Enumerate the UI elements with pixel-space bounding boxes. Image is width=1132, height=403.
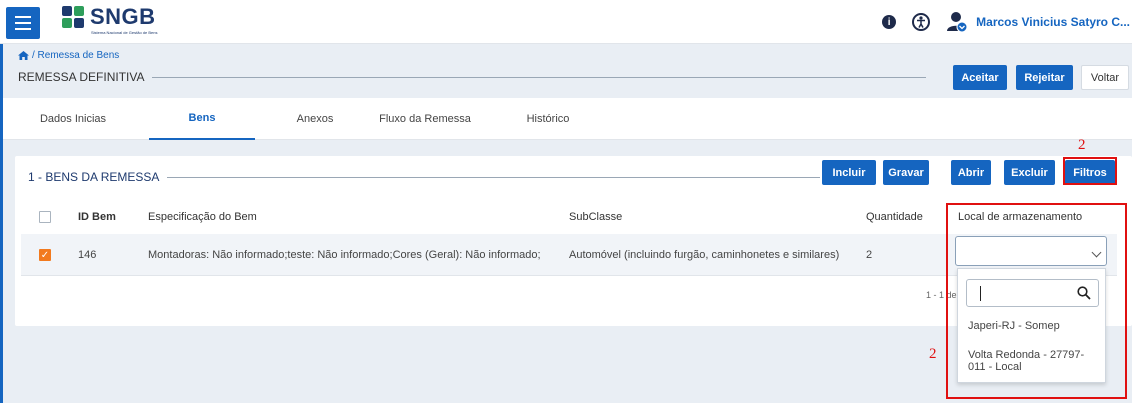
excluir-button[interactable]: Excluir xyxy=(1004,160,1055,185)
tabs-bar: Dados Inicias Bens Anexos Fluxo da Remes… xyxy=(3,98,1132,140)
select-all-checkbox[interactable] xyxy=(39,211,51,223)
annotation-label: 2 xyxy=(1078,137,1086,153)
tab-anexos[interactable]: Anexos xyxy=(275,98,355,140)
gravar-button[interactable]: Gravar xyxy=(883,160,929,185)
logo-subtitle: Sistema Nacional de Gestão de Bens xyxy=(91,30,158,35)
info-icon[interactable]: i xyxy=(882,15,897,29)
logo-text: SNGB xyxy=(90,4,156,29)
voltar-button[interactable]: Voltar xyxy=(1081,65,1129,90)
logo-mark-icon xyxy=(62,6,86,30)
abrir-button[interactable]: Abrir xyxy=(951,160,991,185)
column-header-quantity: Quantidade xyxy=(866,211,923,223)
cell-subclass: Automóvel (incluindo furgão, caminhonete… xyxy=(569,249,840,261)
user-avatar-icon[interactable] xyxy=(946,11,968,33)
column-header-spec: Especificação do Bem xyxy=(148,211,257,223)
cell-id: 146 xyxy=(78,249,97,261)
column-header-subclass: SubClasse xyxy=(569,211,623,223)
row-checkbox[interactable]: ✓ xyxy=(39,249,51,261)
tab-fluxo-da-remessa[interactable]: Fluxo da Remessa xyxy=(365,98,485,140)
tab-bens[interactable]: Bens xyxy=(149,98,255,140)
accessibility-icon[interactable] xyxy=(912,13,931,31)
top-bar: SNGB Sistema Nacional de Gestão de Bens … xyxy=(0,0,1132,44)
user-name-link[interactable]: Marcos Vinicius Satyro C... xyxy=(976,15,1130,29)
annotation-box-filtros xyxy=(1063,157,1117,185)
annotation-box-location xyxy=(946,203,1127,399)
cell-quantity: 2 xyxy=(866,249,873,261)
tab-dados-iniciais[interactable]: Dados Inicias xyxy=(23,98,123,140)
annotation-label: 2 xyxy=(929,346,937,362)
home-icon[interactable] xyxy=(18,51,29,60)
page-title: REMESSA DEFINITIVA xyxy=(18,70,153,84)
column-header-id: ID Bem xyxy=(78,211,116,223)
hamburger-menu-button[interactable] xyxy=(6,7,40,39)
breadcrumb: / Remessa de Bens xyxy=(18,50,119,61)
rejeitar-button[interactable]: Rejeitar xyxy=(1016,65,1073,90)
sngb-logo[interactable]: SNGB Sistema Nacional de Gestão de Bens xyxy=(62,4,158,38)
title-divider xyxy=(150,77,926,78)
cell-spec: Montadoras: Não informado;teste: Não inf… xyxy=(148,249,541,261)
section-divider xyxy=(160,177,820,178)
section-title: 1 - BENS DA REMESSA xyxy=(28,170,168,184)
top-actions: i Marcos Vinicius Satyro C... xyxy=(882,10,1132,34)
tab-historico[interactable]: Histórico xyxy=(508,98,588,140)
incluir-button[interactable]: Incluir xyxy=(822,160,876,185)
breadcrumb-remessa-link[interactable]: / Remessa de Bens xyxy=(32,50,119,61)
aceitar-button[interactable]: Aceitar xyxy=(953,65,1007,90)
